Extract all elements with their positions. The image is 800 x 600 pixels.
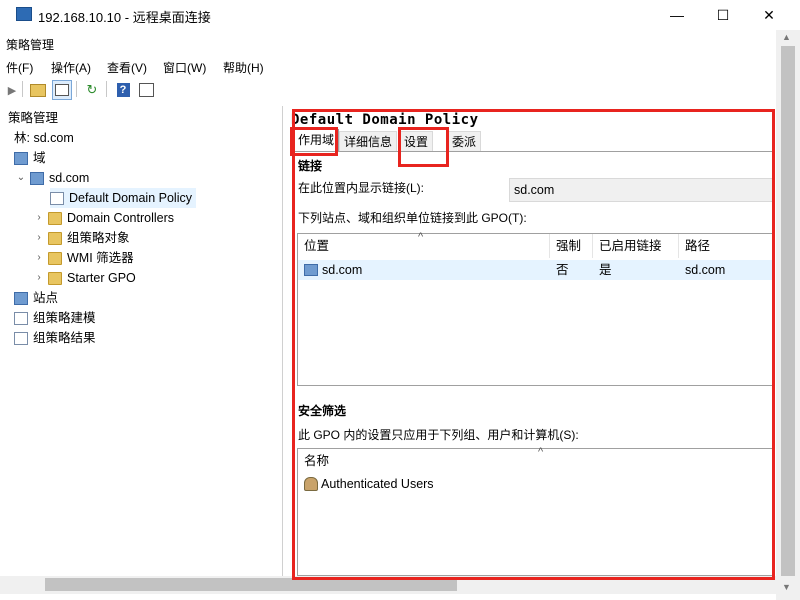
sites-icon <box>14 291 28 305</box>
tree-item-label: 林: sd.com <box>14 131 74 145</box>
folder-icon <box>48 231 62 245</box>
tree-item-label: 策略管理 <box>8 111 59 125</box>
chevron-right-icon[interactable]: › <box>34 248 44 268</box>
domain-icon <box>30 171 44 185</box>
tree-item-domain-controllers[interactable]: › Domain Controllers <box>34 208 174 228</box>
tree-item-label: 域 <box>33 151 46 165</box>
remote-desktop-icon <box>16 7 32 21</box>
scroll-thumb[interactable] <box>781 46 795 576</box>
security-heading: 安全筛选 <box>298 404 347 418</box>
scroll-down-icon[interactable]: ▼ <box>782 582 791 592</box>
linked-label: 下列站点、域和组织单位链接到此 GPO(T): <box>298 211 527 225</box>
tree-item-label: Domain Controllers <box>67 211 174 225</box>
refresh-icon[interactable]: ↻ <box>82 80 102 100</box>
toolbar: ▶ ↻ ? <box>0 78 776 102</box>
properties-icon[interactable] <box>136 80 156 100</box>
toolbar-separator <box>106 81 107 97</box>
security-label: 此 GPO 内的设置只应用于下列组、用户和计算机(S): <box>298 428 579 442</box>
horizontal-scroll-thumb[interactable] <box>45 578 457 591</box>
tree-item-sd-com[interactable]: ⌄ sd.com <box>16 168 90 188</box>
column-header-location[interactable]: 位置 <box>298 234 550 258</box>
tree-item-sites[interactable]: 站点 <box>14 288 58 308</box>
back-arrow-icon[interactable]: ▶ <box>2 80 22 100</box>
menu-file[interactable]: 件(F) <box>6 59 33 76</box>
tree-item-domains[interactable]: 域 <box>14 148 46 168</box>
tab-details[interactable]: 详细信息 <box>339 131 398 151</box>
folder-icon <box>48 251 62 265</box>
cell-location: sd.com <box>322 263 363 277</box>
policy-title: Default Domain Policy <box>291 112 479 128</box>
security-table: ^ 名称 Authenticated Users <box>297 446 774 576</box>
list-item[interactable]: Authenticated Users <box>304 474 770 494</box>
tree-item-default-domain-policy[interactable]: Default Domain Policy <box>50 188 196 208</box>
menu-window[interactable]: 窗口(W) <box>163 59 206 76</box>
vertical-scrollbar[interactable]: ▲ ▼ <box>776 30 800 600</box>
display-links-label: 在此位置内显示链接(L): <box>298 181 425 195</box>
chevron-down-icon[interactable]: ⌄ <box>16 168 26 188</box>
tree-item-label: sd.com <box>49 171 90 185</box>
app-title: 策略管理 <box>6 38 55 52</box>
domain-icon <box>14 151 28 165</box>
show-hide-console-tree-icon[interactable] <box>52 80 72 100</box>
tree-item-results[interactable]: 组策略结果 <box>14 328 96 348</box>
tree-item-wmi-filters[interactable]: › WMI 筛选器 <box>34 248 134 268</box>
cell-name: Authenticated Users <box>321 477 434 491</box>
links-table: ^ 位置 强制 已启用链接 路径 sd.com 否 是 sd.com <box>297 231 774 386</box>
toolbar-separator <box>76 81 77 97</box>
links-heading: 链接 <box>298 159 323 173</box>
tree-item-label: 组策略建模 <box>33 311 96 325</box>
toolbar-separator <box>22 81 23 97</box>
domain-icon <box>304 264 318 276</box>
menu-action[interactable]: 操作(A) <box>51 59 91 76</box>
edge-fragment <box>0 6 6 22</box>
tree-item-modeling[interactable]: 组策略建模 <box>14 308 96 328</box>
cell-enforced: 否 <box>556 263 569 277</box>
folder-up-icon[interactable] <box>28 80 48 100</box>
cell-enabled: 是 <box>599 263 612 277</box>
window-title: 192.168.10.10 - 远程桌面连接 <box>38 10 211 25</box>
close-button[interactable]: ✕ <box>746 0 792 30</box>
cell-path: sd.com <box>685 263 726 277</box>
minimize-button[interactable]: — <box>654 0 700 30</box>
column-header-enabled[interactable]: 已启用链接 <box>593 234 679 258</box>
tree-item-forest[interactable]: 林: sd.com <box>14 128 74 148</box>
menu-help[interactable]: 帮助(H) <box>223 59 264 76</box>
tree-item-label: WMI 筛选器 <box>67 251 134 265</box>
tab-delegation[interactable]: 委派 <box>447 131 482 151</box>
chevron-right-icon[interactable]: › <box>34 268 44 288</box>
gpo-link-icon <box>50 191 64 205</box>
maximize-button[interactable]: ☐ <box>700 0 746 30</box>
tree-item-label: 站点 <box>33 291 59 305</box>
tree-item-gpo-objects[interactable]: › 组策略对象 <box>34 228 130 248</box>
column-header-name[interactable]: 名称 <box>298 449 774 473</box>
tree-item-gpmc[interactable]: 策略管理 <box>8 108 58 128</box>
results-icon <box>14 331 28 345</box>
tree-item-label: 组策略结果 <box>33 331 96 345</box>
display-links-dropdown[interactable]: sd.com <box>509 178 773 202</box>
column-header-path[interactable]: 路径 <box>679 234 774 258</box>
chevron-right-icon[interactable]: › <box>34 228 44 248</box>
tree-item-label: Default Domain Policy <box>69 191 192 205</box>
scroll-up-icon[interactable]: ▲ <box>782 32 791 42</box>
modeling-icon <box>14 311 28 325</box>
tree-item-label: Starter GPO <box>67 271 136 285</box>
tree-item-starter-gpo[interactable]: › Starter GPO <box>34 268 136 288</box>
help-icon[interactable]: ? <box>113 80 133 100</box>
console-tree: 策略管理 林: sd.com 域 ⌄ sd.com Default Domain… <box>0 106 283 576</box>
table-row[interactable]: sd.com 否 是 sd.com <box>298 260 772 280</box>
chevron-right-icon[interactable]: › <box>34 208 44 228</box>
users-group-icon <box>304 477 318 491</box>
folder-icon <box>48 271 62 285</box>
window-title-bar: 192.168.10.10 - 远程桌面连接 — ☐ ✕ <box>0 0 800 30</box>
tab-settings[interactable]: 设置 <box>399 131 434 151</box>
menu-view[interactable]: 查看(V) <box>107 59 147 76</box>
ou-folder-icon <box>48 211 62 225</box>
column-header-enforced[interactable]: 强制 <box>550 234 593 258</box>
tree-item-label: 组策略对象 <box>67 231 130 245</box>
tab-scope[interactable]: 作用域 <box>293 129 340 151</box>
